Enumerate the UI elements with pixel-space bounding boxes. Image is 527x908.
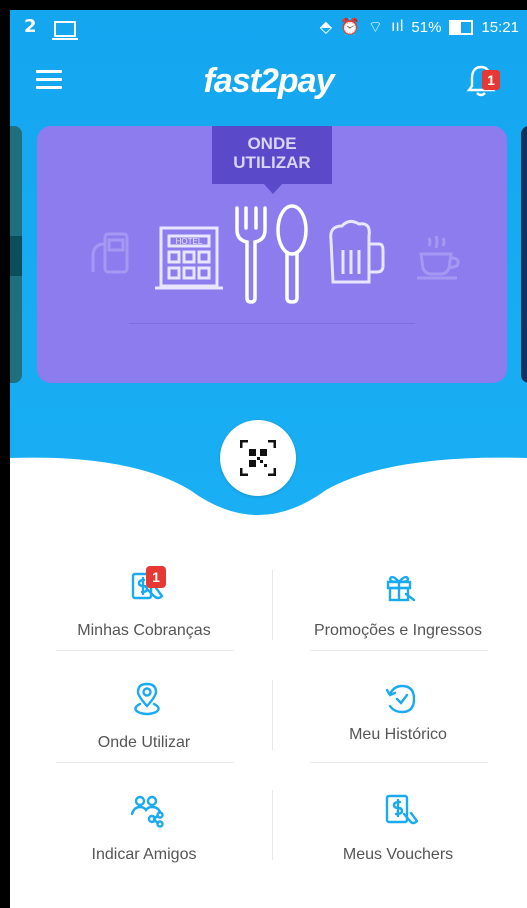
grid-divider: [272, 790, 273, 860]
voucher-icon: [385, 794, 418, 825]
menu-onde-utilizar[interactable]: Onde Utilizar: [44, 668, 244, 768]
history-icon: [385, 684, 416, 714]
status-notification-count: 2: [24, 16, 37, 37]
menu-indicar-amigos[interactable]: Indicar Amigos: [44, 780, 244, 880]
menu-label: Minhas Cobranças: [77, 622, 211, 639]
signal-icon: ııl: [390, 18, 404, 35]
menu-promocoes-ingressos[interactable]: Promoções e Ingressos: [298, 556, 498, 656]
app-logo: fast2pay: [203, 62, 335, 100]
menu-meu-historico[interactable]: Meu Histórico: [298, 668, 498, 768]
app-screen: 2 ⬘ ⏰ ⌔ ııl 51% 15:21 fast2pay 1 HOTEL O…: [10, 10, 527, 908]
banner-tag-line2: UTILIZAR: [233, 153, 311, 172]
status-bar: 2 ⬘ ⏰ ⌔ ııl 51% 15:21: [10, 10, 527, 42]
menu-label: Promoções e Ingressos: [313, 622, 483, 639]
banner-onde-utilizar[interactable]: HOTEL ONDE UTILIZAR: [37, 126, 507, 383]
wifi-icon: ⌔: [367, 19, 383, 36]
share-people-icon: [130, 795, 164, 828]
carousel-prev-slide[interactable]: [10, 126, 22, 383]
menu-label: Meu Histórico: [349, 726, 447, 743]
notification-badge: 1: [482, 70, 500, 90]
menu-meus-vouchers[interactable]: Meus Vouchers: [298, 780, 498, 880]
hotel-sign: HOTEL: [176, 237, 203, 246]
carousel-next-slide[interactable]: [521, 126, 527, 383]
gift-icon: [386, 575, 416, 602]
menu-grid: 1 Minhas Cobranças Promoções e Ingressos: [10, 550, 527, 908]
grid-divider: [272, 680, 273, 750]
clock: 15:21: [481, 18, 519, 36]
cobrancas-badge: 1: [146, 566, 166, 588]
banner-tag: ONDE UTILIZAR: [212, 126, 332, 194]
notification-bell-button[interactable]: 1: [466, 64, 502, 98]
cast-screen-icon: [52, 21, 78, 40]
alarm-icon: ⏰: [340, 19, 360, 36]
qr-code-icon: [240, 440, 276, 476]
banner-divider: [129, 323, 415, 324]
menu-minhas-cobrancas[interactable]: 1 Minhas Cobranças: [44, 556, 244, 656]
banner-tag-line1: ONDE: [247, 134, 297, 153]
battery-percent: 51%: [411, 18, 442, 36]
qr-code-scan-button[interactable]: [220, 420, 296, 496]
menu-label: Onde Utilizar: [97, 734, 191, 751]
menu-label: Meus Vouchers: [342, 846, 454, 863]
battery-icon: [449, 19, 474, 35]
app-bar: fast2pay 1: [10, 52, 527, 108]
location-pin-icon: [134, 682, 160, 716]
vibrate-icon: ⬘: [319, 19, 332, 36]
grid-divider: [272, 570, 273, 640]
menu-label: Indicar Amigos: [91, 846, 197, 863]
